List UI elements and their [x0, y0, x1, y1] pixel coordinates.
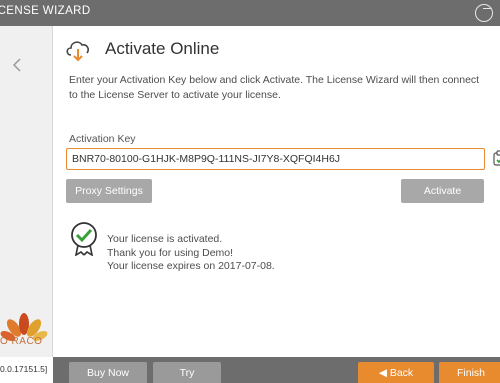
status-line-activated: Your license is activated.: [107, 233, 223, 245]
activate-button[interactable]: Activate: [401, 179, 484, 203]
intro-text: Enter your Activation Key below and clic…: [69, 74, 480, 101]
license-status: Your license is activated. Thank you for…: [107, 233, 275, 274]
version-label: 0.0.17151.5]: [0, 364, 48, 374]
activation-key-label: Activation Key: [69, 133, 136, 145]
activation-key-input[interactable]: [66, 148, 485, 170]
main-panel: Activate Online Enter your Activation Ke…: [53, 26, 500, 357]
close-window-button[interactable]: [473, 2, 500, 24]
paste-icon[interactable]: [493, 150, 500, 166]
close-icon: [475, 4, 493, 22]
back-button[interactable]: ◀ Back: [358, 362, 434, 383]
status-line-expiry: Your license expires on 2017-07-08.: [107, 260, 275, 272]
logo-text: O RACO: [0, 336, 43, 347]
footer-bar: Buy Now Try ◀ Back Finish: [53, 357, 500, 383]
window-title: ICENSE WIZARD: [0, 5, 91, 17]
try-button[interactable]: Try: [153, 362, 221, 383]
status-line-thanks: Thank you for using Demo!: [107, 246, 234, 259]
cloud-download-icon: [66, 41, 89, 62]
finish-button[interactable]: Finish: [439, 362, 500, 383]
back-label: Back: [389, 367, 414, 379]
title-bar: ICENSE WIZARD: [0, 0, 500, 26]
sidebar: [0, 26, 53, 357]
buy-now-button[interactable]: Buy Now: [69, 362, 147, 383]
page-title: Activate Online: [105, 39, 220, 58]
license-badge-check-icon: [71, 222, 97, 256]
chevron-left-icon: [12, 58, 21, 72]
chevron-left-icon: ◀: [378, 367, 390, 379]
proxy-settings-button[interactable]: Proxy Settings: [66, 179, 152, 203]
